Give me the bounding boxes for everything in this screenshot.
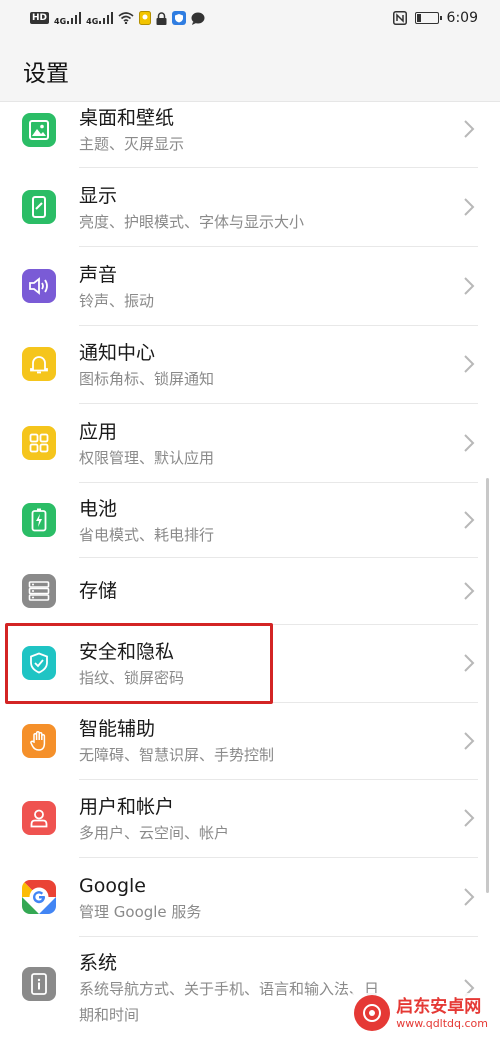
- storage-icon: [22, 574, 56, 608]
- settings-item-google[interactable]: Google 管理 Google 服务: [0, 858, 500, 936]
- status-bar: HD 4G 4G 6:09: [0, 0, 500, 36]
- item-text: 用户和帐户 多用户、云空间、帐户: [79, 795, 229, 843]
- item-subtitle: 主题、灭屏显示: [79, 135, 185, 153]
- lock-icon: [156, 11, 167, 25]
- battery-icon: [22, 503, 56, 537]
- item-title: 声音: [79, 264, 118, 286]
- sound-icon: [22, 269, 56, 303]
- signal-icon-2: [99, 12, 114, 24]
- network-type-2: 4G: [86, 16, 99, 26]
- settings-item-display[interactable]: 显示 亮度、护眼模式、字体与显示大小: [0, 168, 500, 246]
- settings-item-notifications[interactable]: 通知中心 图标角标、锁屏通知: [0, 326, 500, 403]
- watermark-logo-icon: [354, 995, 391, 1031]
- item-subtitle: 铃声、振动: [79, 292, 155, 310]
- item-text: 电池 省电模式、耗电排行: [79, 497, 214, 545]
- item-text: 智能辅助 无障碍、智慧识屏、手势控制: [79, 717, 274, 765]
- display-icon: [22, 190, 56, 224]
- chevron-right-icon: [464, 582, 475, 600]
- highlight-box: [5, 623, 273, 704]
- item-subtitle: 系统导航方式、关于手机、语言和输入法、日: [79, 980, 380, 998]
- hand-icon: [22, 724, 56, 758]
- settings-item-sound[interactable]: 声音 铃声、振动: [0, 247, 500, 325]
- item-text: 显示 亮度、护眼模式、字体与显示大小: [79, 184, 304, 232]
- item-title: 智能辅助: [79, 718, 156, 740]
- settings-item-storage[interactable]: 存储: [0, 558, 500, 624]
- item-subtitle: 权限管理、默认应用: [79, 449, 215, 467]
- item-title: 电池: [79, 498, 118, 520]
- chevron-right-icon: [464, 732, 475, 750]
- chevron-right-icon: [464, 120, 475, 138]
- item-subtitle: 管理 Google 服务: [79, 903, 202, 921]
- item-title: 桌面和壁纸: [79, 107, 175, 129]
- item-subtitle: 亮度、护眼模式、字体与显示大小: [79, 213, 305, 231]
- chevron-right-icon: [464, 888, 475, 906]
- wallpaper-icon: [22, 113, 56, 147]
- battery-fill: [416, 14, 421, 22]
- item-text: 声音 铃声、振动: [79, 263, 154, 311]
- apps-icon: [22, 426, 56, 460]
- bulb-icon: [139, 11, 152, 25]
- wifi-icon: [118, 12, 134, 24]
- chevron-right-icon: [464, 809, 475, 827]
- signal-icon: [67, 12, 82, 24]
- item-subtitle: 无障碍、智慧识屏、手势控制: [79, 746, 275, 764]
- bell-icon: [22, 347, 56, 381]
- watermark-text: 启东安卓网 www.qdltdq.com: [396, 997, 488, 1030]
- chevron-right-icon: [464, 277, 475, 295]
- network-type-1: 4G: [54, 16, 67, 26]
- item-text: 通知中心 图标角标、锁屏通知: [79, 341, 214, 389]
- settings-item-battery[interactable]: 电池 省电模式、耗电排行: [0, 483, 500, 557]
- battery-indicator: [414, 12, 442, 24]
- header: 设置: [0, 36, 500, 102]
- item-text: 系统 系统导航方式、关于手机、语言和输入法、日 期和时间: [79, 951, 379, 1025]
- clock-time: 6:09: [446, 10, 478, 26]
- shield-badge-icon: [172, 11, 187, 25]
- system-icon: [22, 967, 56, 1001]
- settings-item-assist[interactable]: 智能辅助 无障碍、智慧识屏、手势控制: [0, 703, 500, 779]
- item-text: 存储: [79, 579, 117, 603]
- chevron-right-icon: [464, 355, 475, 373]
- item-title: 存储: [79, 580, 118, 602]
- nfc-icon: [392, 11, 407, 25]
- chevron-right-icon: [464, 434, 475, 452]
- status-right: 6:09: [392, 10, 478, 26]
- scrollbar[interactable]: [486, 478, 489, 893]
- hd-badge: HD: [30, 12, 50, 24]
- settings-item-apps[interactable]: 应用 权限管理、默认应用: [0, 404, 500, 482]
- chevron-right-icon: [464, 198, 475, 216]
- watermark: 启东安卓网 www.qdltdq.com: [348, 993, 494, 1033]
- status-left: HD 4G 4G: [30, 11, 205, 26]
- watermark-name: 启东安卓网: [396, 996, 482, 1017]
- item-title: 显示: [79, 185, 118, 207]
- item-title: 系统: [79, 952, 118, 974]
- item-title: 用户和帐户: [79, 796, 175, 818]
- item-title: 应用: [79, 421, 118, 443]
- message-icon: [191, 12, 205, 25]
- google-icon: [22, 880, 56, 914]
- settings-item-users[interactable]: 用户和帐户 多用户、云空间、帐户: [0, 780, 500, 857]
- user-icon: [22, 801, 56, 835]
- item-text: 应用 权限管理、默认应用: [79, 420, 214, 468]
- item-text: Google 管理 Google 服务: [79, 874, 201, 922]
- chevron-right-icon: [464, 511, 475, 529]
- chevron-right-icon: [464, 654, 475, 672]
- item-text: 桌面和壁纸 主题、灭屏显示: [79, 106, 184, 154]
- item-title: Google: [79, 875, 147, 897]
- watermark-url: www.qdltdq.com: [396, 1016, 488, 1030]
- page-title: 设置: [23, 61, 69, 87]
- item-title: 通知中心: [79, 342, 156, 364]
- item-subtitle: 省电模式、耗电排行: [79, 526, 215, 544]
- item-subtitle-continued: 期和时间: [79, 1006, 140, 1024]
- item-subtitle: 多用户、云空间、帐户: [79, 824, 230, 842]
- settings-item-wallpaper[interactable]: 桌面和壁纸 主题、灭屏显示: [0, 102, 500, 167]
- item-subtitle: 图标角标、锁屏通知: [79, 370, 215, 388]
